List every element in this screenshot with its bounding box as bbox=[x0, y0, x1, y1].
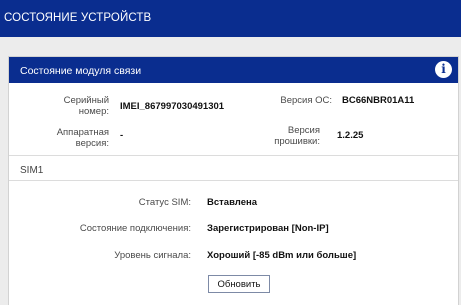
section-divider bbox=[9, 155, 458, 156]
firmware-version-value: 1.2.25 bbox=[337, 130, 364, 141]
connection-state-label: Состояние подключения: bbox=[79, 223, 191, 234]
os-version-label-text: Версия ОС: bbox=[280, 95, 332, 106]
refresh-button[interactable]: Обновить bbox=[208, 275, 270, 293]
hardware-version-label-line2: версия: bbox=[75, 138, 109, 149]
card-header: Состояние модуля связи i bbox=[9, 57, 458, 83]
firmware-version-label-line2: прошивки: bbox=[274, 136, 320, 147]
connection-state-value: Зарегистрирован [Non-IP] bbox=[207, 223, 329, 234]
hardware-version-label: Аппаратная версия: bbox=[39, 127, 109, 149]
card-title: Состояние модуля связи bbox=[20, 65, 142, 77]
module-status-card: Состояние модуля связи i Серийный номер:… bbox=[8, 56, 459, 305]
sim-status-label: Статус SIM: bbox=[138, 197, 191, 208]
top-bar: СОСТОЯНИЕ УСТРОЙСТВ bbox=[0, 0, 461, 37]
info-icon[interactable]: i bbox=[435, 61, 452, 78]
hardware-version-label-line1: Аппаратная bbox=[56, 127, 109, 138]
serial-number-label-line1: Серийный bbox=[63, 95, 109, 106]
os-version-label: Версия ОС: bbox=[249, 95, 332, 106]
sim-header-divider bbox=[9, 180, 458, 181]
sim-section-title: SIM1 bbox=[20, 165, 44, 176]
serial-number-label-line2: номер: bbox=[78, 106, 109, 117]
firmware-version-label-line1: Версия bbox=[287, 125, 320, 136]
hardware-version-value: - bbox=[120, 130, 124, 141]
serial-number-value: IMEI_867997030491301 bbox=[120, 101, 225, 112]
sim-status-value: Вставлена bbox=[207, 197, 258, 208]
signal-level-value: Хороший [-85 dBm или больше] bbox=[207, 250, 357, 261]
signal-level-label: Уровень сигнала: bbox=[114, 250, 191, 261]
firmware-version-label: Версия прошивки: bbox=[249, 125, 320, 147]
serial-number-label: Серийный номер: bbox=[39, 95, 109, 117]
page-title: СОСТОЯНИЕ УСТРОЙСТВ bbox=[4, 12, 152, 24]
os-version-value: BC66NBR01A11 bbox=[342, 95, 415, 106]
